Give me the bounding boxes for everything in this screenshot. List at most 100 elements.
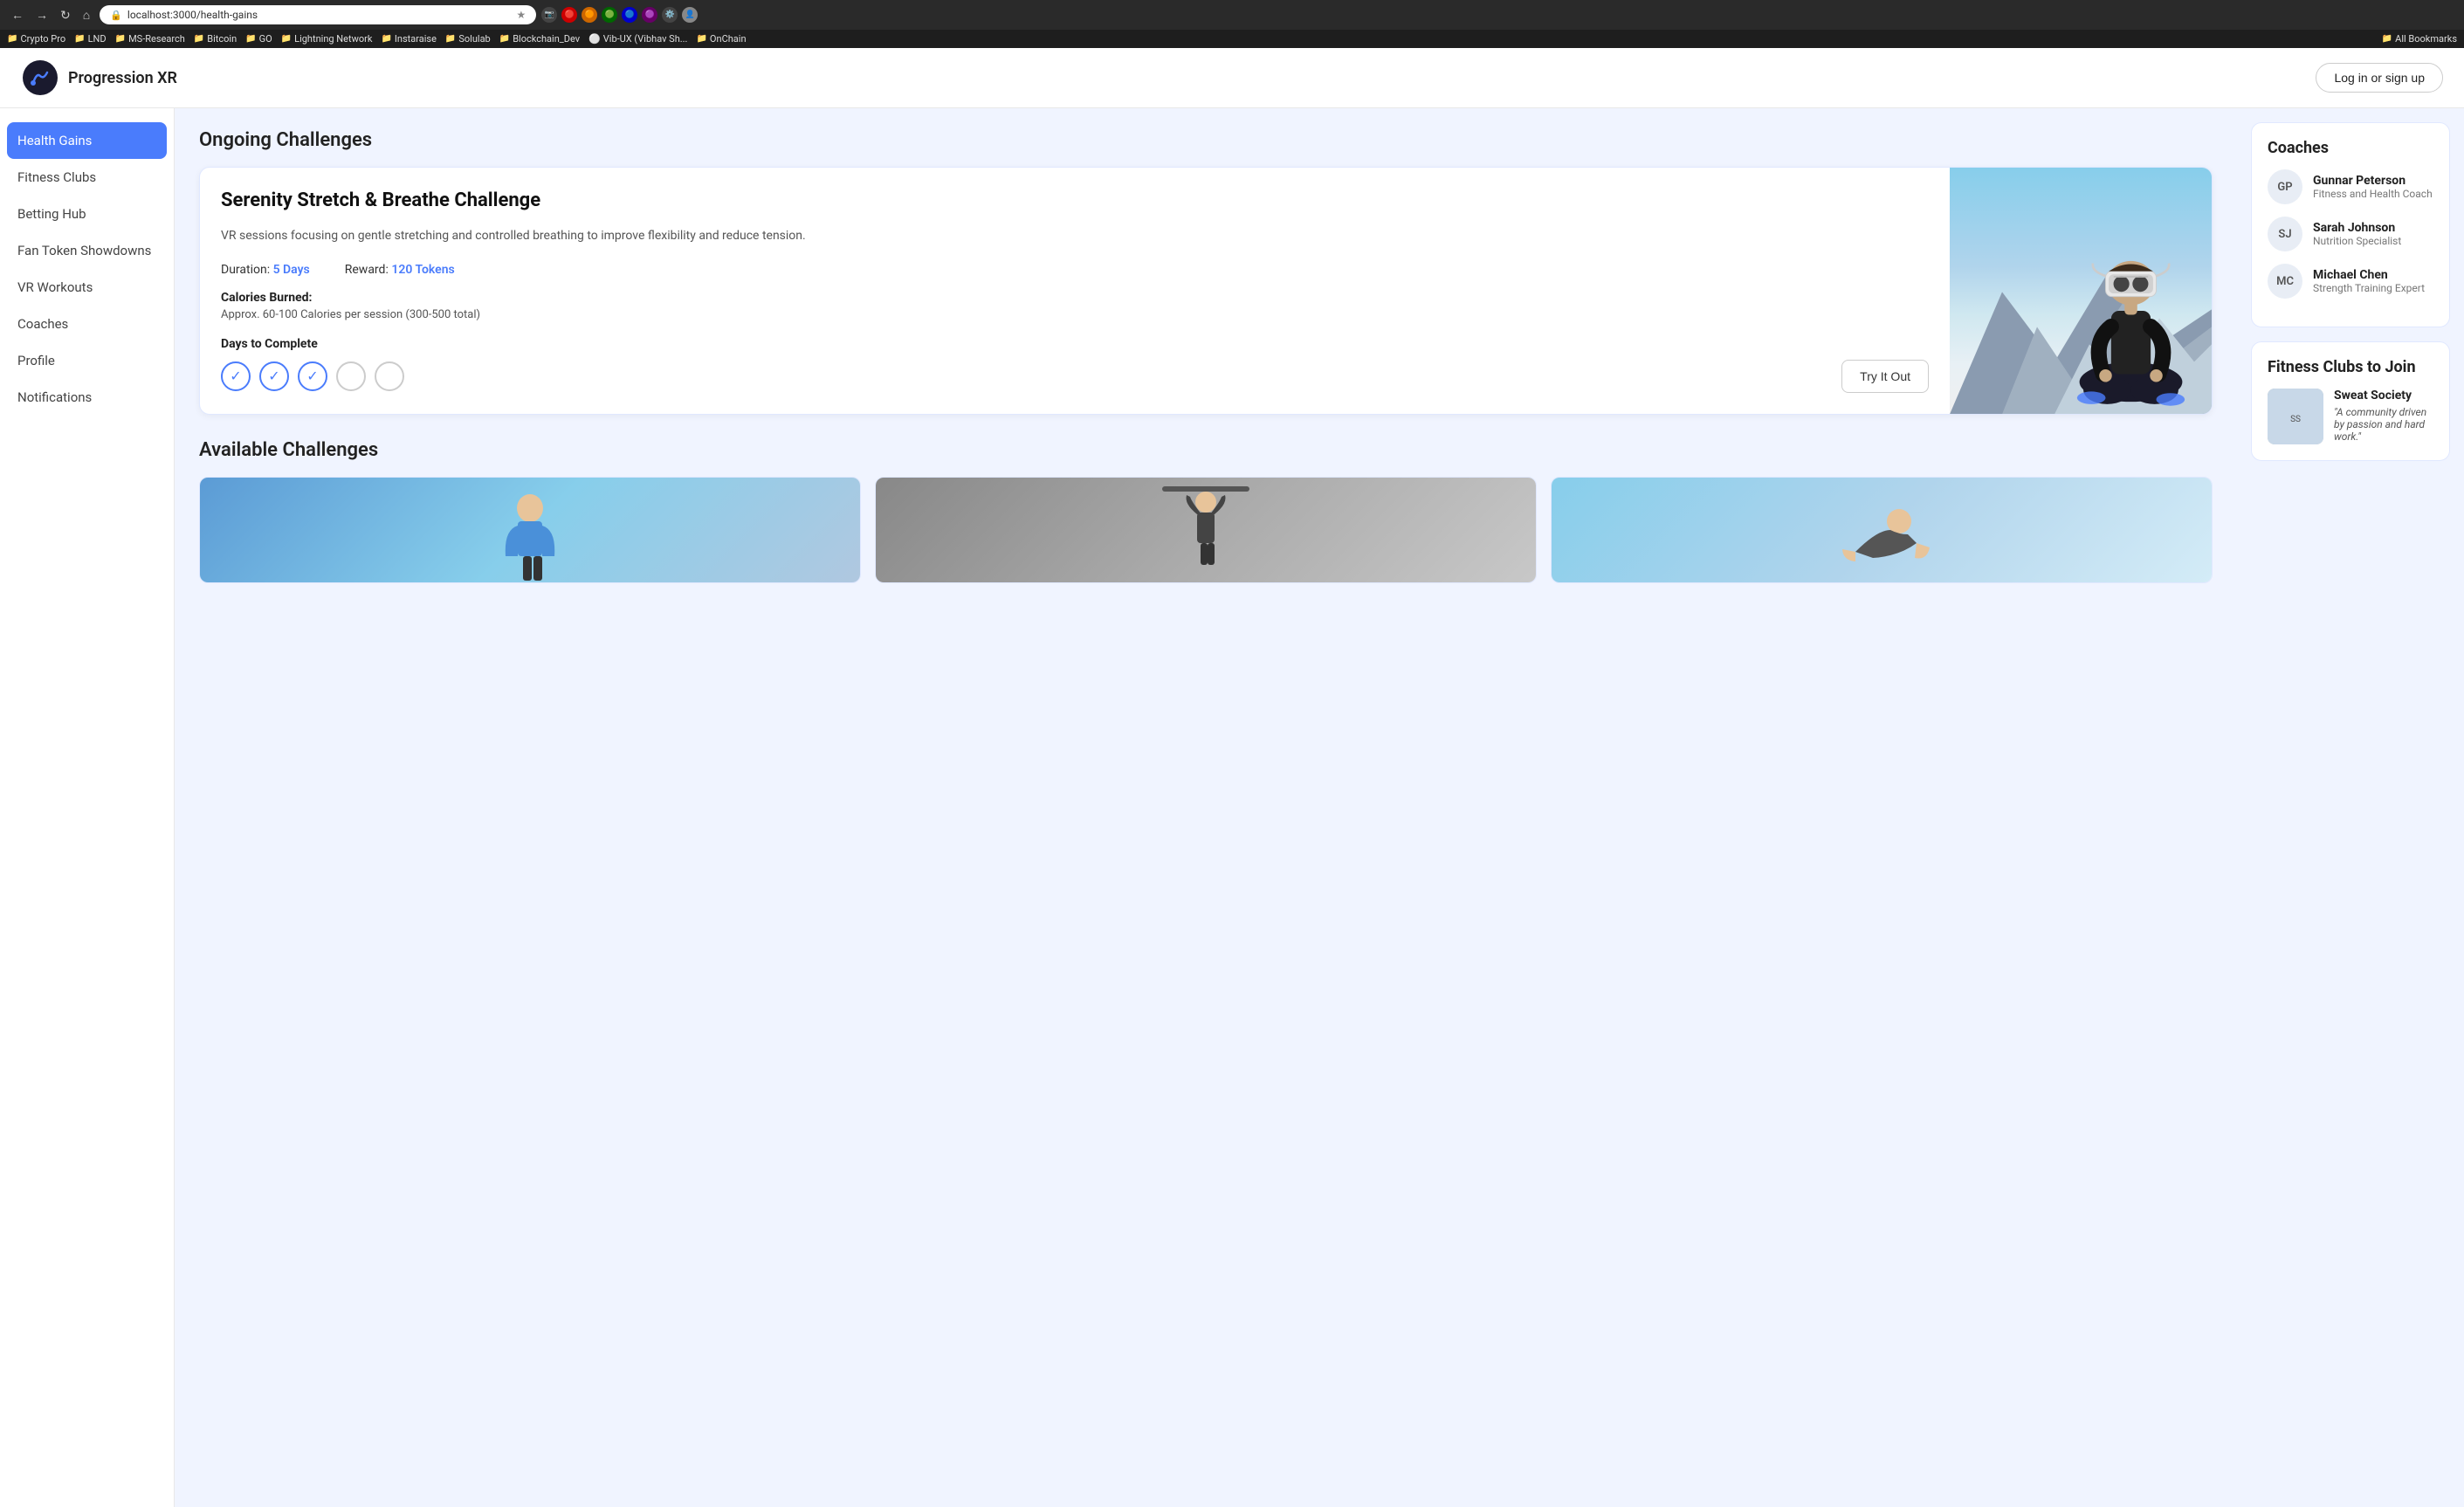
day-2-circle: ✓ — [259, 361, 289, 391]
bookmark-crypto-pro[interactable]: 📁Crypto Pro — [7, 33, 65, 45]
available-card-3-image — [1552, 478, 2212, 582]
sidebar-label-health-gains: Health Gains — [17, 133, 92, 148]
bookmark-vib-ux[interactable]: ⚪Vib-UX (Vibhav Sh... — [588, 33, 687, 45]
bookmark-blockchain-dev[interactable]: 📁Blockchain_Dev — [499, 33, 580, 45]
bookmark-ms-research[interactable]: 📁MS-Research — [115, 33, 185, 45]
sidebar-item-profile[interactable]: Profile — [0, 342, 174, 379]
right-sidebar: Coaches GP Gunnar Peterson Fitness and H… — [2237, 108, 2464, 1507]
browser-chrome: ← → ↻ ⌂ 🔒 localhost:3000/health-gains ★ … — [0, 0, 2464, 30]
browser-nav-buttons: ← → ↻ ⌂ — [7, 6, 94, 24]
fitness-clubs-card: Fitness Clubs to Join SS Sweat Society "… — [2251, 341, 2450, 461]
logo-area: Progression XR — [21, 58, 177, 97]
bookmark-lnd[interactable]: 📁LND — [74, 33, 106, 45]
browser-extension-icons: 📷 🔴 🟠 🟢 🔵 🟣 ⚙️ 👤 — [541, 7, 698, 23]
club-thumb-sweat: SS — [2268, 389, 2323, 444]
reward-label: Reward: — [345, 263, 389, 277]
calories-title: Calories Burned: — [221, 291, 1929, 305]
sidebar-item-notifications[interactable]: Notifications — [0, 379, 174, 416]
coaches-title: Coaches — [2268, 139, 2433, 157]
coach-name-mc: Michael Chen — [2313, 268, 2425, 282]
coach-info-sj: Sarah Johnson Nutrition Specialist — [2313, 221, 2401, 247]
main-content: Ongoing Challenges Serenity Stretch & Br… — [175, 108, 2237, 1507]
sidebar-item-fan-token[interactable]: Fan Token Showdowns — [0, 232, 174, 269]
coach-info-gp: Gunnar Peterson Fitness and Health Coach — [2313, 174, 2433, 200]
logo-icon — [21, 58, 59, 97]
duration-value: 5 Days — [273, 263, 310, 277]
duration-label: Duration: — [221, 263, 270, 277]
day-1-circle: ✓ — [221, 361, 251, 391]
nav-home-button[interactable]: ⌂ — [79, 6, 94, 24]
sidebar-label-profile: Profile — [17, 353, 55, 368]
challenge-info: Serenity Stretch & Breathe Challenge VR … — [200, 168, 1950, 414]
available-card-1-image — [200, 478, 860, 582]
bookmark-all-bookmarks[interactable]: 📁All Bookmarks — [2382, 33, 2457, 45]
challenge-image — [1950, 168, 2212, 414]
sidebar-label-notifications: Notifications — [17, 389, 92, 405]
nav-reload-button[interactable]: ↻ — [56, 6, 75, 24]
club-quote-sweat: "A community driven by passion and hard … — [2334, 406, 2433, 443]
app-header: Progression XR Log in or sign up — [0, 48, 2464, 108]
days-to-complete-title: Days to Complete — [221, 337, 1929, 351]
coach-avatar-mc: MC — [2268, 264, 2302, 299]
try-it-out-button[interactable]: Try It Out — [1841, 360, 1929, 393]
available-challenges-grid — [199, 477, 2213, 583]
challenge-description: VR sessions focusing on gentle stretchin… — [221, 226, 1929, 245]
club-item-sweat-society: SS Sweat Society "A community driven by … — [2268, 389, 2433, 444]
nav-back-button[interactable]: ← — [7, 6, 28, 24]
available-card-3[interactable] — [1551, 477, 2213, 583]
calories-section: Calories Burned: Approx. 60-100 Calories… — [221, 291, 1929, 321]
coach-item-gp: GP Gunnar Peterson Fitness and Health Co… — [2268, 169, 2433, 204]
sidebar-item-fitness-clubs[interactable]: Fitness Clubs — [0, 159, 174, 196]
available-card-1[interactable] — [199, 477, 861, 583]
duration-meta: Duration: 5 Days — [221, 263, 310, 277]
bookmark-go[interactable]: 📁GO — [245, 33, 272, 45]
bookmark-instaraise[interactable]: 📁Instaraise — [381, 33, 436, 45]
club-thumb-placeholder: SS — [2268, 389, 2323, 444]
coach-role-mc: Strength Training Expert — [2313, 282, 2425, 294]
bookmark-onchain[interactable]: 📁OnChain — [696, 33, 746, 45]
sidebar-item-vr-workouts[interactable]: VR Workouts — [0, 269, 174, 306]
reward-value: 120 Tokens — [391, 263, 454, 277]
coach-role-gp: Fitness and Health Coach — [2313, 188, 2433, 200]
coach-item-sj: SJ Sarah Johnson Nutrition Specialist — [2268, 217, 2433, 251]
days-section: Days to Complete ✓ ✓ ✓ ○ ○ Try It Out — [221, 337, 1929, 393]
calories-text: Approx. 60-100 Calories per session (300… — [221, 308, 1929, 321]
club-name-sweat: Sweat Society — [2334, 389, 2433, 403]
sidebar-item-coaches[interactable]: Coaches — [0, 306, 174, 342]
challenge-meta: Duration: 5 Days Reward: 120 Tokens — [221, 263, 1929, 277]
challenge-title: Serenity Stretch & Breathe Challenge — [221, 189, 1929, 214]
coach-info-mc: Michael Chen Strength Training Expert — [2313, 268, 2425, 294]
login-button[interactable]: Log in or sign up — [2316, 63, 2443, 93]
available-card-2-image — [876, 478, 1536, 582]
coach-avatar-sj: SJ — [2268, 217, 2302, 251]
bookmark-bitcoin[interactable]: 📁Bitcoin — [194, 33, 237, 45]
day-4-circle: ○ — [336, 361, 366, 391]
available-card-2[interactable] — [875, 477, 1537, 583]
sidebar-label-fan-token: Fan Token Showdowns — [17, 243, 151, 258]
coach-item-mc: MC Michael Chen Strength Training Expert — [2268, 264, 2433, 299]
sidebar-item-health-gains[interactable]: Health Gains — [7, 122, 167, 159]
coach-name-gp: Gunnar Peterson — [2313, 174, 2433, 188]
address-bar[interactable]: 🔒 localhost:3000/health-gains ★ — [100, 5, 536, 24]
sidebar: Health Gains Fitness Clubs Betting Hub F… — [0, 108, 175, 1507]
ongoing-challenge-card: Serenity Stretch & Breathe Challenge VR … — [199, 167, 2213, 415]
sidebar-label-vr-workouts: VR Workouts — [17, 279, 93, 295]
coach-name-sj: Sarah Johnson — [2313, 221, 2401, 235]
day-3-circle: ✓ — [298, 361, 327, 391]
club-info-sweat: Sweat Society "A community driven by pas… — [2334, 389, 2433, 443]
url-display: localhost:3000/health-gains — [127, 9, 258, 21]
coaches-card: Coaches GP Gunnar Peterson Fitness and H… — [2251, 122, 2450, 327]
nav-forward-button[interactable]: → — [31, 6, 52, 24]
header-right: Log in or sign up — [2316, 63, 2443, 93]
coach-role-sj: Nutrition Specialist — [2313, 235, 2401, 247]
bookmark-solulab[interactable]: 📁Solulab — [445, 33, 491, 45]
sidebar-label-coaches: Coaches — [17, 316, 68, 332]
day-5-circle: ○ — [375, 361, 404, 391]
sidebar-item-betting-hub[interactable]: Betting Hub — [0, 196, 174, 232]
bookmark-lightning[interactable]: 📁Lightning Network — [281, 33, 373, 45]
ongoing-challenges-title: Ongoing Challenges — [199, 129, 2213, 151]
svg-text:SS: SS — [2290, 415, 2301, 424]
sidebar-label-betting-hub: Betting Hub — [17, 206, 86, 222]
app-title: Progression XR — [68, 69, 177, 87]
fitness-clubs-title: Fitness Clubs to Join — [2268, 358, 2433, 376]
